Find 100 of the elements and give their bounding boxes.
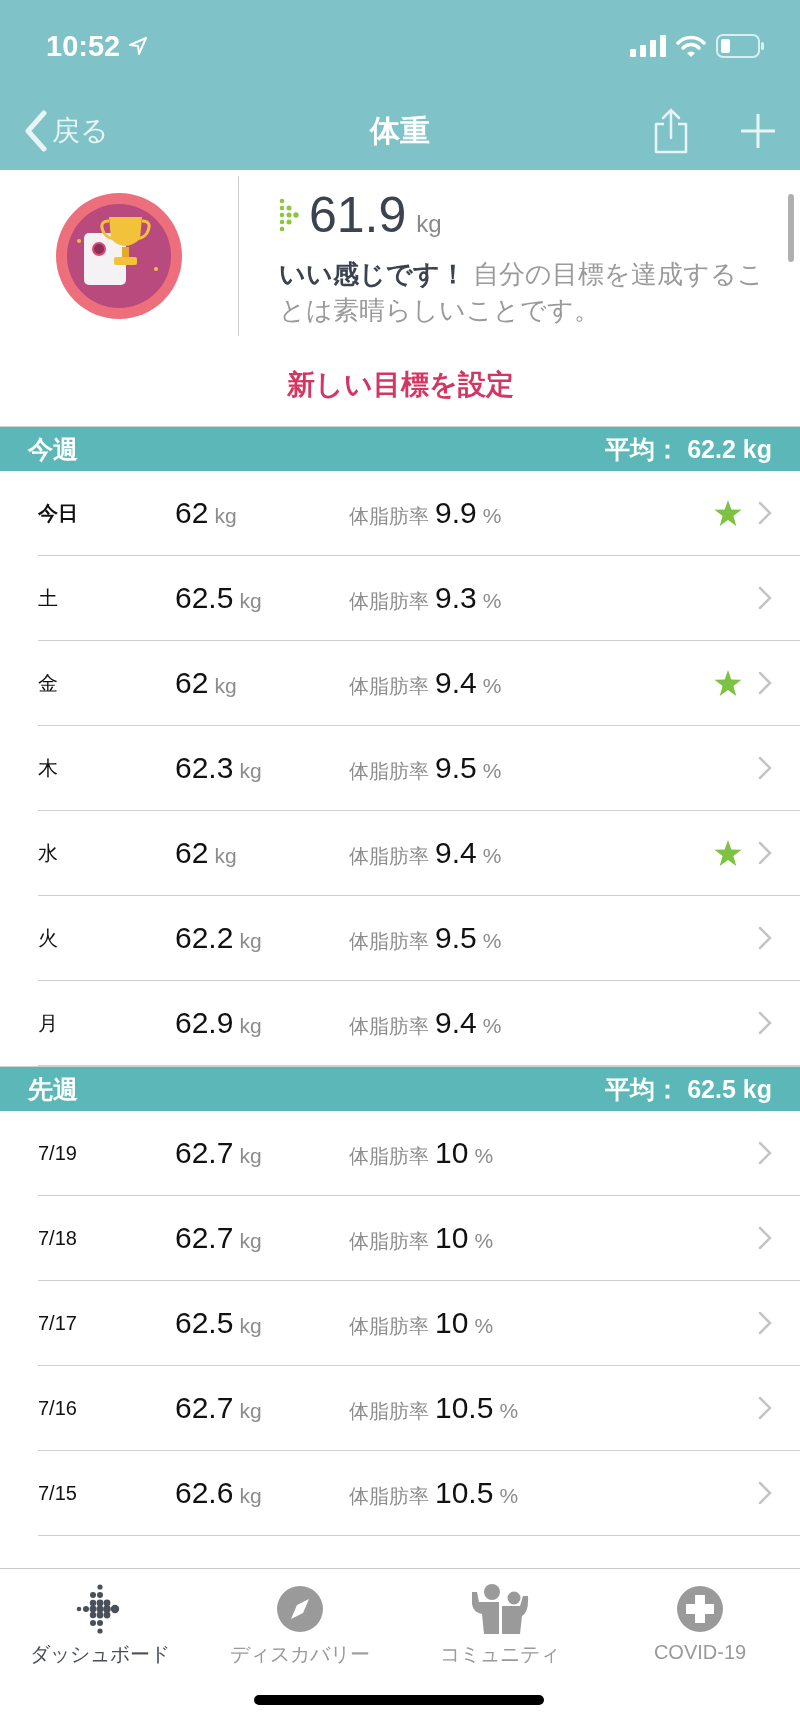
weight-value: 62.7 — [175, 1221, 234, 1255]
unit-label: % — [474, 1314, 494, 1338]
chevron-right-icon — [758, 501, 772, 525]
weight-value: 62.7 — [175, 1136, 234, 1170]
entry-row[interactable]: 7/17 62.5 kg 体脂肪率 10 % — [38, 1281, 800, 1366]
entry-row[interactable]: 7/19 62.7 kg 体脂肪率 10 % — [38, 1111, 800, 1196]
entry-row[interactable]: 水 62 kg 体脂肪率 9.4 % — [38, 811, 800, 896]
entry-row[interactable]: 金 62 kg 体脂肪率 9.4 % — [38, 641, 800, 726]
chevron-right-icon — [758, 1311, 772, 1335]
unit-label: kg — [214, 844, 237, 868]
battery-icon — [716, 34, 764, 58]
chevron-right-icon — [758, 671, 772, 695]
section-title: 今週 — [28, 433, 78, 465]
add-icon[interactable] — [740, 113, 776, 149]
unit-label: kg — [214, 504, 237, 528]
entry-row[interactable]: 木 62.3 kg 体脂肪率 9.5 % — [38, 726, 800, 811]
chevron-right-icon — [758, 1226, 772, 1250]
compass-icon — [276, 1585, 324, 1633]
body-fat-value: 9.9 — [435, 496, 477, 530]
entry-date: 7/16 — [38, 1396, 78, 1420]
entry-row[interactable]: 7/15 62.6 kg 体脂肪率 10.5 % — [38, 1451, 800, 1536]
body-fat-label: 体脂肪率 — [349, 1014, 429, 1039]
unit-label: % — [482, 929, 502, 953]
body-fat-label: 体脂肪率 — [349, 929, 429, 954]
weight-value: 62.6 — [175, 1476, 234, 1510]
people-icon — [470, 1584, 530, 1634]
entry-date: 7/19 — [38, 1141, 78, 1165]
weight-value: 62 — [175, 666, 209, 700]
entry-row[interactable]: 土 62.5 kg 体脂肪率 9.3 % — [38, 556, 800, 641]
entry-date: 7/18 — [38, 1226, 78, 1250]
weight-value: 62.7 — [175, 1391, 234, 1425]
chevron-right-icon — [758, 1481, 772, 1505]
clock-time: 10:52 — [46, 29, 121, 63]
body-fat-value: 10.5 — [435, 1391, 494, 1425]
chevron-right-icon — [758, 1011, 772, 1035]
chevron-right-icon — [758, 1396, 772, 1420]
fitbit-logo-icon — [279, 197, 299, 233]
unit-label: % — [499, 1399, 519, 1423]
weight-value: 62 — [175, 496, 209, 530]
body-fat-label: 体脂肪率 — [349, 1314, 429, 1339]
chevron-right-icon — [758, 841, 772, 865]
entry-date: 月 — [38, 1010, 59, 1036]
weekly-average: 平均： 62.2 kg — [605, 433, 772, 465]
body-fat-value: 9.4 — [435, 1006, 477, 1040]
entry-row[interactable]: 火 62.2 kg 体脂肪率 9.5 % — [38, 896, 800, 981]
chevron-right-icon — [758, 756, 772, 780]
chevron-right-icon — [758, 586, 772, 610]
body-fat-value: 10 — [435, 1221, 469, 1255]
entry-row[interactable]: 7/16 62.7 kg 体脂肪率 10.5 % — [38, 1366, 800, 1451]
entry-date: 7/15 — [38, 1481, 78, 1505]
unit-label: % — [474, 1229, 494, 1253]
unit-label: kg — [416, 210, 442, 238]
chevron-left-icon — [24, 110, 48, 152]
section-title: 先週 — [28, 1073, 78, 1105]
weight-value: 62.5 — [175, 1306, 234, 1340]
entry-row[interactable]: 今日 62 kg 体脂肪率 9.9 % — [38, 471, 800, 556]
unit-label: kg — [239, 1144, 262, 1168]
body-fat-label: 体脂肪率 — [349, 1399, 429, 1424]
weekly-average: 平均： 62.5 kg — [605, 1073, 772, 1105]
unit-label: kg — [239, 1014, 262, 1038]
body-fat-value: 9.3 — [435, 581, 477, 615]
unit-label: % — [482, 504, 502, 528]
location-arrow-icon — [128, 36, 149, 56]
unit-label: kg — [239, 1484, 262, 1508]
unit-label: kg — [239, 929, 262, 953]
entry-date: 木 — [38, 755, 59, 781]
entry-date: 水 — [38, 840, 59, 866]
entry-row[interactable]: 7/18 62.7 kg 体脂肪率 10 % — [38, 1196, 800, 1281]
unit-label: % — [482, 674, 502, 698]
current-weight: 61.9 — [309, 186, 407, 244]
body-fat-label: 体脂肪率 — [349, 674, 429, 699]
unit-label: kg — [239, 759, 262, 783]
set-goal-link[interactable]: 新しい目標を設定 — [286, 369, 514, 400]
body-fat-label: 体脂肪率 — [349, 759, 429, 784]
weight-value: 62.3 — [175, 751, 234, 785]
entry-date: 金 — [38, 670, 59, 696]
unit-label: kg — [239, 1229, 262, 1253]
body-fat-value: 9.5 — [435, 751, 477, 785]
tab-label[interactable]: ダッシュボード — [30, 1641, 170, 1668]
weight-value: 62 — [175, 836, 209, 870]
unit-label: % — [482, 844, 502, 868]
body-fat-label: 体脂肪率 — [349, 504, 429, 529]
share-icon[interactable] — [652, 108, 690, 154]
unit-label: % — [474, 1144, 494, 1168]
unit-label: kg — [239, 589, 262, 613]
weight-value: 62.2 — [175, 921, 234, 955]
body-fat-label: 体脂肪率 — [349, 589, 429, 614]
unit-label: % — [499, 1484, 519, 1508]
unit-label: kg — [239, 1399, 262, 1423]
body-fat-value: 9.4 — [435, 836, 477, 870]
weight-value: 62.9 — [175, 1006, 234, 1040]
entry-date: 土 — [38, 585, 59, 611]
unit-label: kg — [239, 1314, 262, 1338]
scroll-bar — [788, 194, 794, 262]
entry-date: 7/17 — [38, 1311, 78, 1335]
body-fat-value: 10.5 — [435, 1476, 494, 1510]
unit-label: kg — [214, 674, 237, 698]
body-fat-value: 9.4 — [435, 666, 477, 700]
goal-message: いい感じです！ 自分の目標を達成することは素晴らしいことです。 — [279, 258, 766, 327]
unit-label: % — [482, 1014, 502, 1038]
